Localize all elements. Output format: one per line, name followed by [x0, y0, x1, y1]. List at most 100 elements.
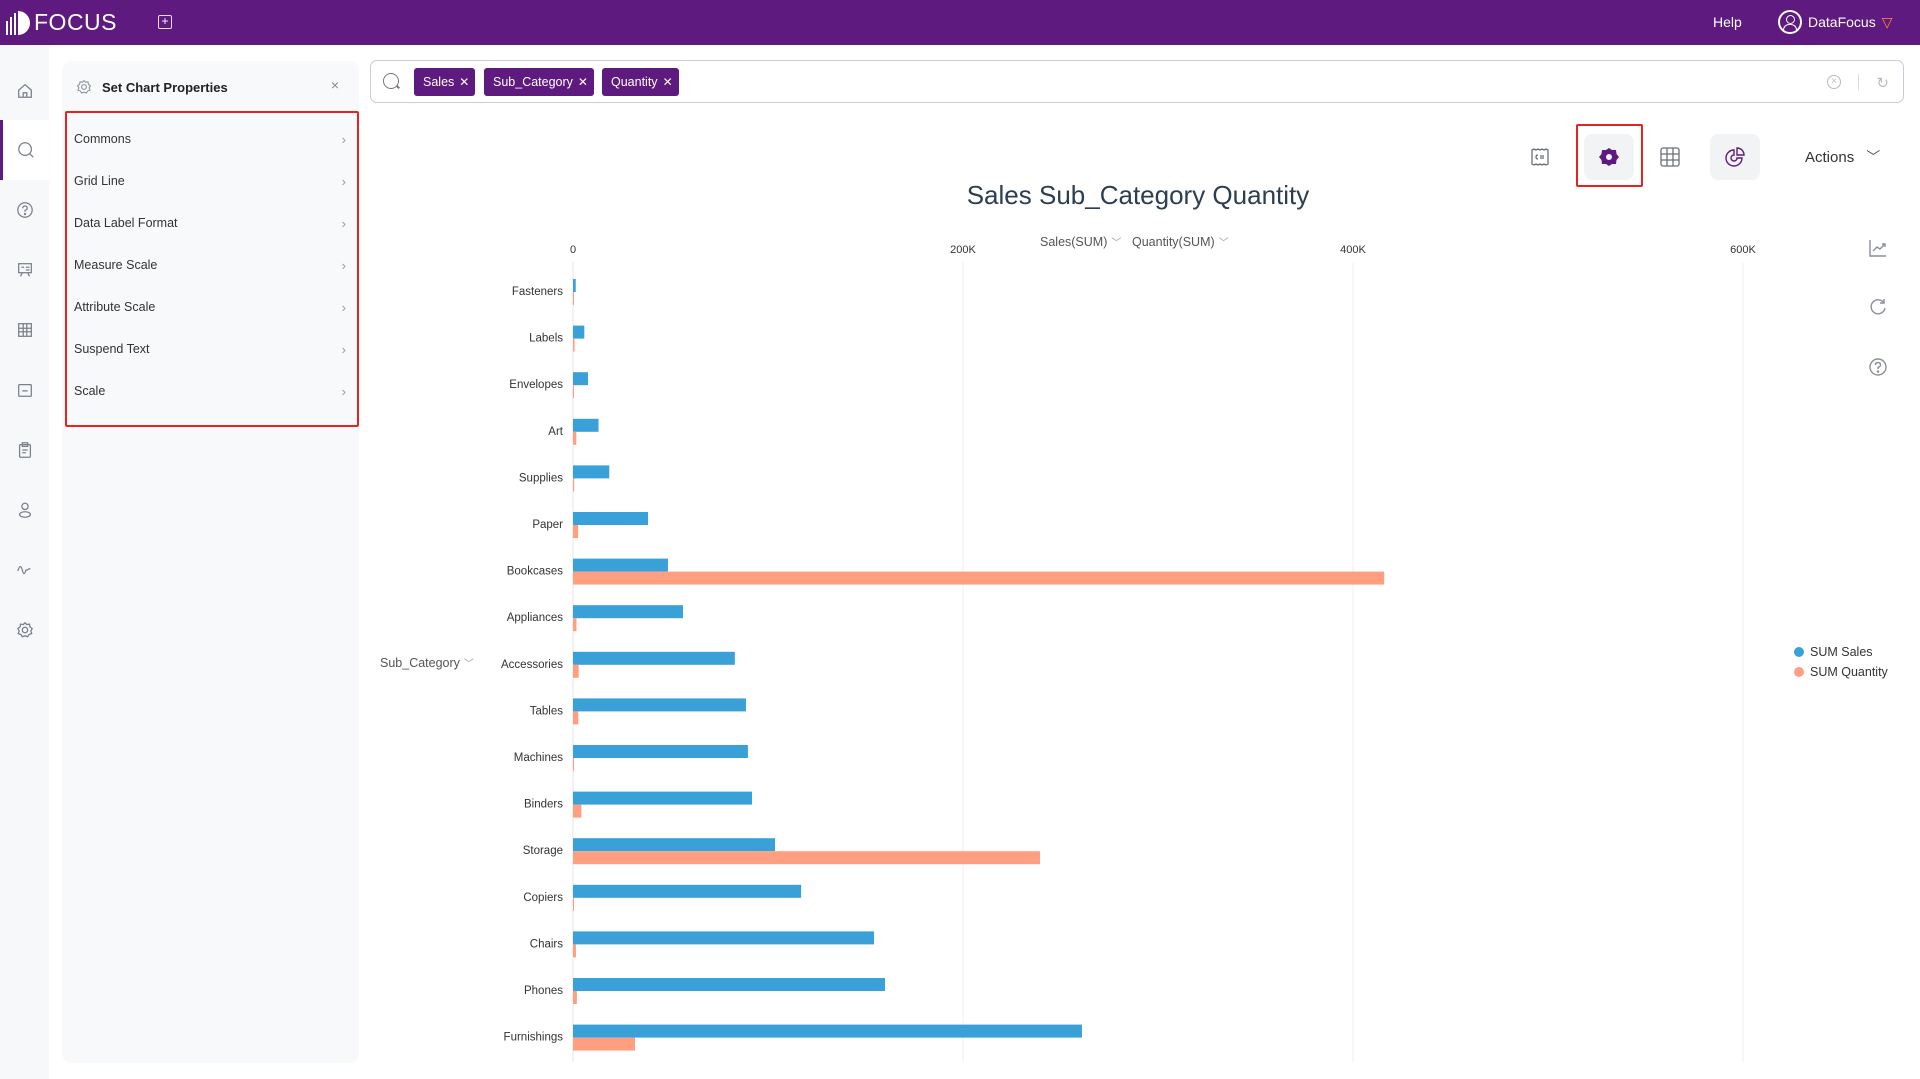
search-tag-quantity[interactable]: Quantity ✕	[602, 68, 679, 96]
trend-button[interactable]	[1868, 238, 1890, 260]
category-label: Furnishings	[504, 1032, 564, 1044]
help-link[interactable]: Help	[1713, 14, 1742, 30]
chart-title: Sales Sub_Category Quantity	[966, 180, 1310, 210]
remove-tag-icon[interactable]: ✕	[459, 75, 469, 89]
search-tag-sub-category[interactable]: Sub_Category ✕	[484, 68, 594, 96]
nav-search[interactable]	[0, 120, 49, 180]
bar-sales[interactable]	[573, 465, 610, 479]
bar-sales[interactable]	[573, 978, 885, 991]
bar-sales[interactable]	[573, 279, 576, 292]
bar-quantity[interactable]	[573, 385, 574, 399]
category-label: Bookcases	[507, 566, 564, 578]
bar-sales[interactable]	[573, 791, 753, 805]
focus-logo[interactable]: FOCUS	[6, 9, 117, 36]
prop-item-measure-scale[interactable]: Measure Scale ›	[74, 246, 352, 284]
category-label: Chairs	[530, 938, 563, 950]
remove-tag-icon[interactable]: ✕	[663, 75, 673, 89]
actions-dropdown[interactable]: Actions ﹀	[1805, 147, 1880, 167]
user-name: DataFocus	[1808, 14, 1876, 30]
bar-sales[interactable]	[573, 372, 589, 386]
bar-quantity[interactable]	[573, 292, 574, 305]
prop-item-grid-line[interactable]: Grid Line ›	[74, 162, 352, 200]
prop-item-attribute-scale[interactable]: Attribute Scale ›	[74, 288, 352, 326]
new-tab-button[interactable]: +	[158, 15, 172, 29]
bar-quantity[interactable]	[573, 758, 574, 771]
bar-sales[interactable]	[573, 651, 735, 665]
chart-type-button[interactable]	[1710, 134, 1760, 180]
pulse-icon	[16, 565, 31, 575]
bar-quantity[interactable]	[573, 571, 1385, 585]
bar-quantity[interactable]	[573, 1037, 636, 1051]
clear-search-icon[interactable]: ×	[1827, 75, 1841, 89]
nav-folder[interactable]	[0, 360, 49, 420]
nav-question[interactable]	[0, 180, 49, 240]
clipboard-icon	[18, 442, 31, 458]
table-view-button[interactable]	[1645, 134, 1695, 180]
legend-label: SUM Quantity	[1810, 665, 1888, 679]
x-tick-label: 400K	[1340, 244, 1366, 256]
prop-item-label: Grid Line	[74, 174, 125, 188]
legend-item-sales[interactable]: SUM Sales	[1794, 642, 1888, 662]
nav-presentation[interactable]	[0, 240, 49, 300]
gear-icon	[76, 79, 92, 94]
nav-monitor[interactable]	[0, 540, 49, 600]
category-label: Accessories	[501, 659, 563, 671]
bar-quantity[interactable]	[573, 664, 579, 678]
reload-button[interactable]	[1868, 297, 1890, 319]
nav-home[interactable]	[0, 61, 49, 121]
data-summary-button[interactable]	[1515, 134, 1565, 180]
highlight-box	[1576, 124, 1643, 187]
legend-label: SUM Sales	[1810, 645, 1873, 659]
bar-quantity[interactable]	[573, 431, 577, 445]
prop-item-commons[interactable]: Commons ›	[74, 120, 352, 158]
question-icon	[16, 202, 33, 218]
bar-sales[interactable]	[573, 558, 668, 572]
nav-settings[interactable]	[0, 600, 49, 660]
tag-label: Sub_Category	[493, 75, 573, 89]
bar-sales[interactable]	[573, 838, 776, 852]
legend-item-quantity[interactable]: SUM Quantity	[1794, 662, 1888, 682]
home-icon	[17, 83, 32, 98]
close-icon[interactable]: ×	[331, 77, 339, 93]
bar-quantity[interactable]	[573, 618, 577, 632]
bar-quantity[interactable]	[573, 897, 574, 911]
prop-item-data-label-format[interactable]: Data Label Format ›	[74, 204, 352, 242]
bar-sales[interactable]	[573, 512, 649, 525]
presentation-icon	[17, 263, 32, 277]
search-tag-sales[interactable]: Sales ✕	[414, 68, 476, 96]
bar-quantity[interactable]	[573, 711, 579, 725]
nav-users[interactable]	[0, 480, 49, 540]
bar-sales[interactable]	[573, 418, 599, 432]
bar-sales[interactable]	[573, 325, 585, 339]
bar-sales[interactable]	[573, 745, 748, 758]
chevron-right-icon: ›	[341, 173, 346, 189]
bar-quantity[interactable]	[573, 804, 582, 818]
bar-sales[interactable]	[573, 1024, 1082, 1038]
prop-item-label: Suspend Text	[74, 342, 150, 356]
bar-quantity[interactable]	[573, 851, 1041, 865]
bar-sales[interactable]	[573, 884, 802, 898]
tag-label: Sales	[423, 75, 455, 89]
nav-table[interactable]	[0, 300, 49, 360]
user-menu[interactable]: DataFocus ▽	[1778, 10, 1892, 34]
prop-item-suspend-text[interactable]: Suspend Text ›	[74, 330, 352, 368]
bar-quantity[interactable]	[573, 944, 576, 958]
bar-quantity[interactable]	[573, 991, 577, 1004]
category-label: Fasteners	[512, 286, 563, 298]
prop-item-scale[interactable]: Scale ›	[74, 372, 352, 410]
bar-quantity[interactable]	[573, 478, 575, 492]
table-view-icon	[1660, 147, 1680, 167]
search-bar[interactable]: Sales ✕ Sub_Category ✕ Quantity ✕ × ↻	[370, 60, 1904, 103]
bar-sales[interactable]	[573, 931, 875, 945]
bar-sales[interactable]	[573, 698, 746, 712]
refresh-icon[interactable]: ↻	[1876, 74, 1889, 92]
bar-sales[interactable]	[573, 605, 683, 619]
bar-quantity[interactable]	[573, 525, 579, 538]
nav-clipboard[interactable]	[0, 420, 49, 480]
help-button[interactable]	[1868, 357, 1890, 379]
bar-quantity[interactable]	[573, 338, 575, 352]
chart-type-icon	[1725, 147, 1745, 167]
remove-tag-icon[interactable]: ✕	[578, 75, 588, 89]
user-avatar-icon	[1778, 10, 1802, 34]
folder-icon	[17, 383, 32, 397]
